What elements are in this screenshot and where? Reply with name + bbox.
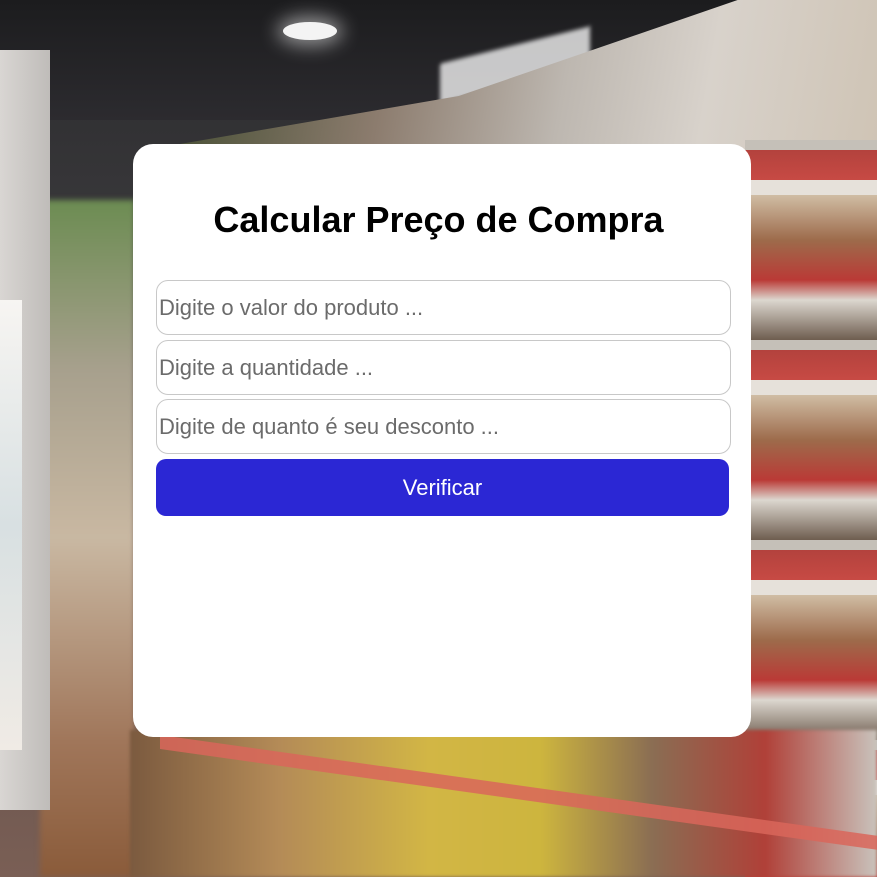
discount-input[interactable] xyxy=(156,399,731,454)
ceiling-light xyxy=(283,22,337,40)
quantity-input[interactable] xyxy=(156,340,731,395)
product-value-input[interactable] xyxy=(156,280,731,335)
refrigerator-glass xyxy=(0,300,22,750)
page-title: Calcular Preço de Compra xyxy=(213,199,664,240)
verify-button[interactable]: Verificar xyxy=(156,459,729,516)
left-shelf-products xyxy=(40,200,135,877)
